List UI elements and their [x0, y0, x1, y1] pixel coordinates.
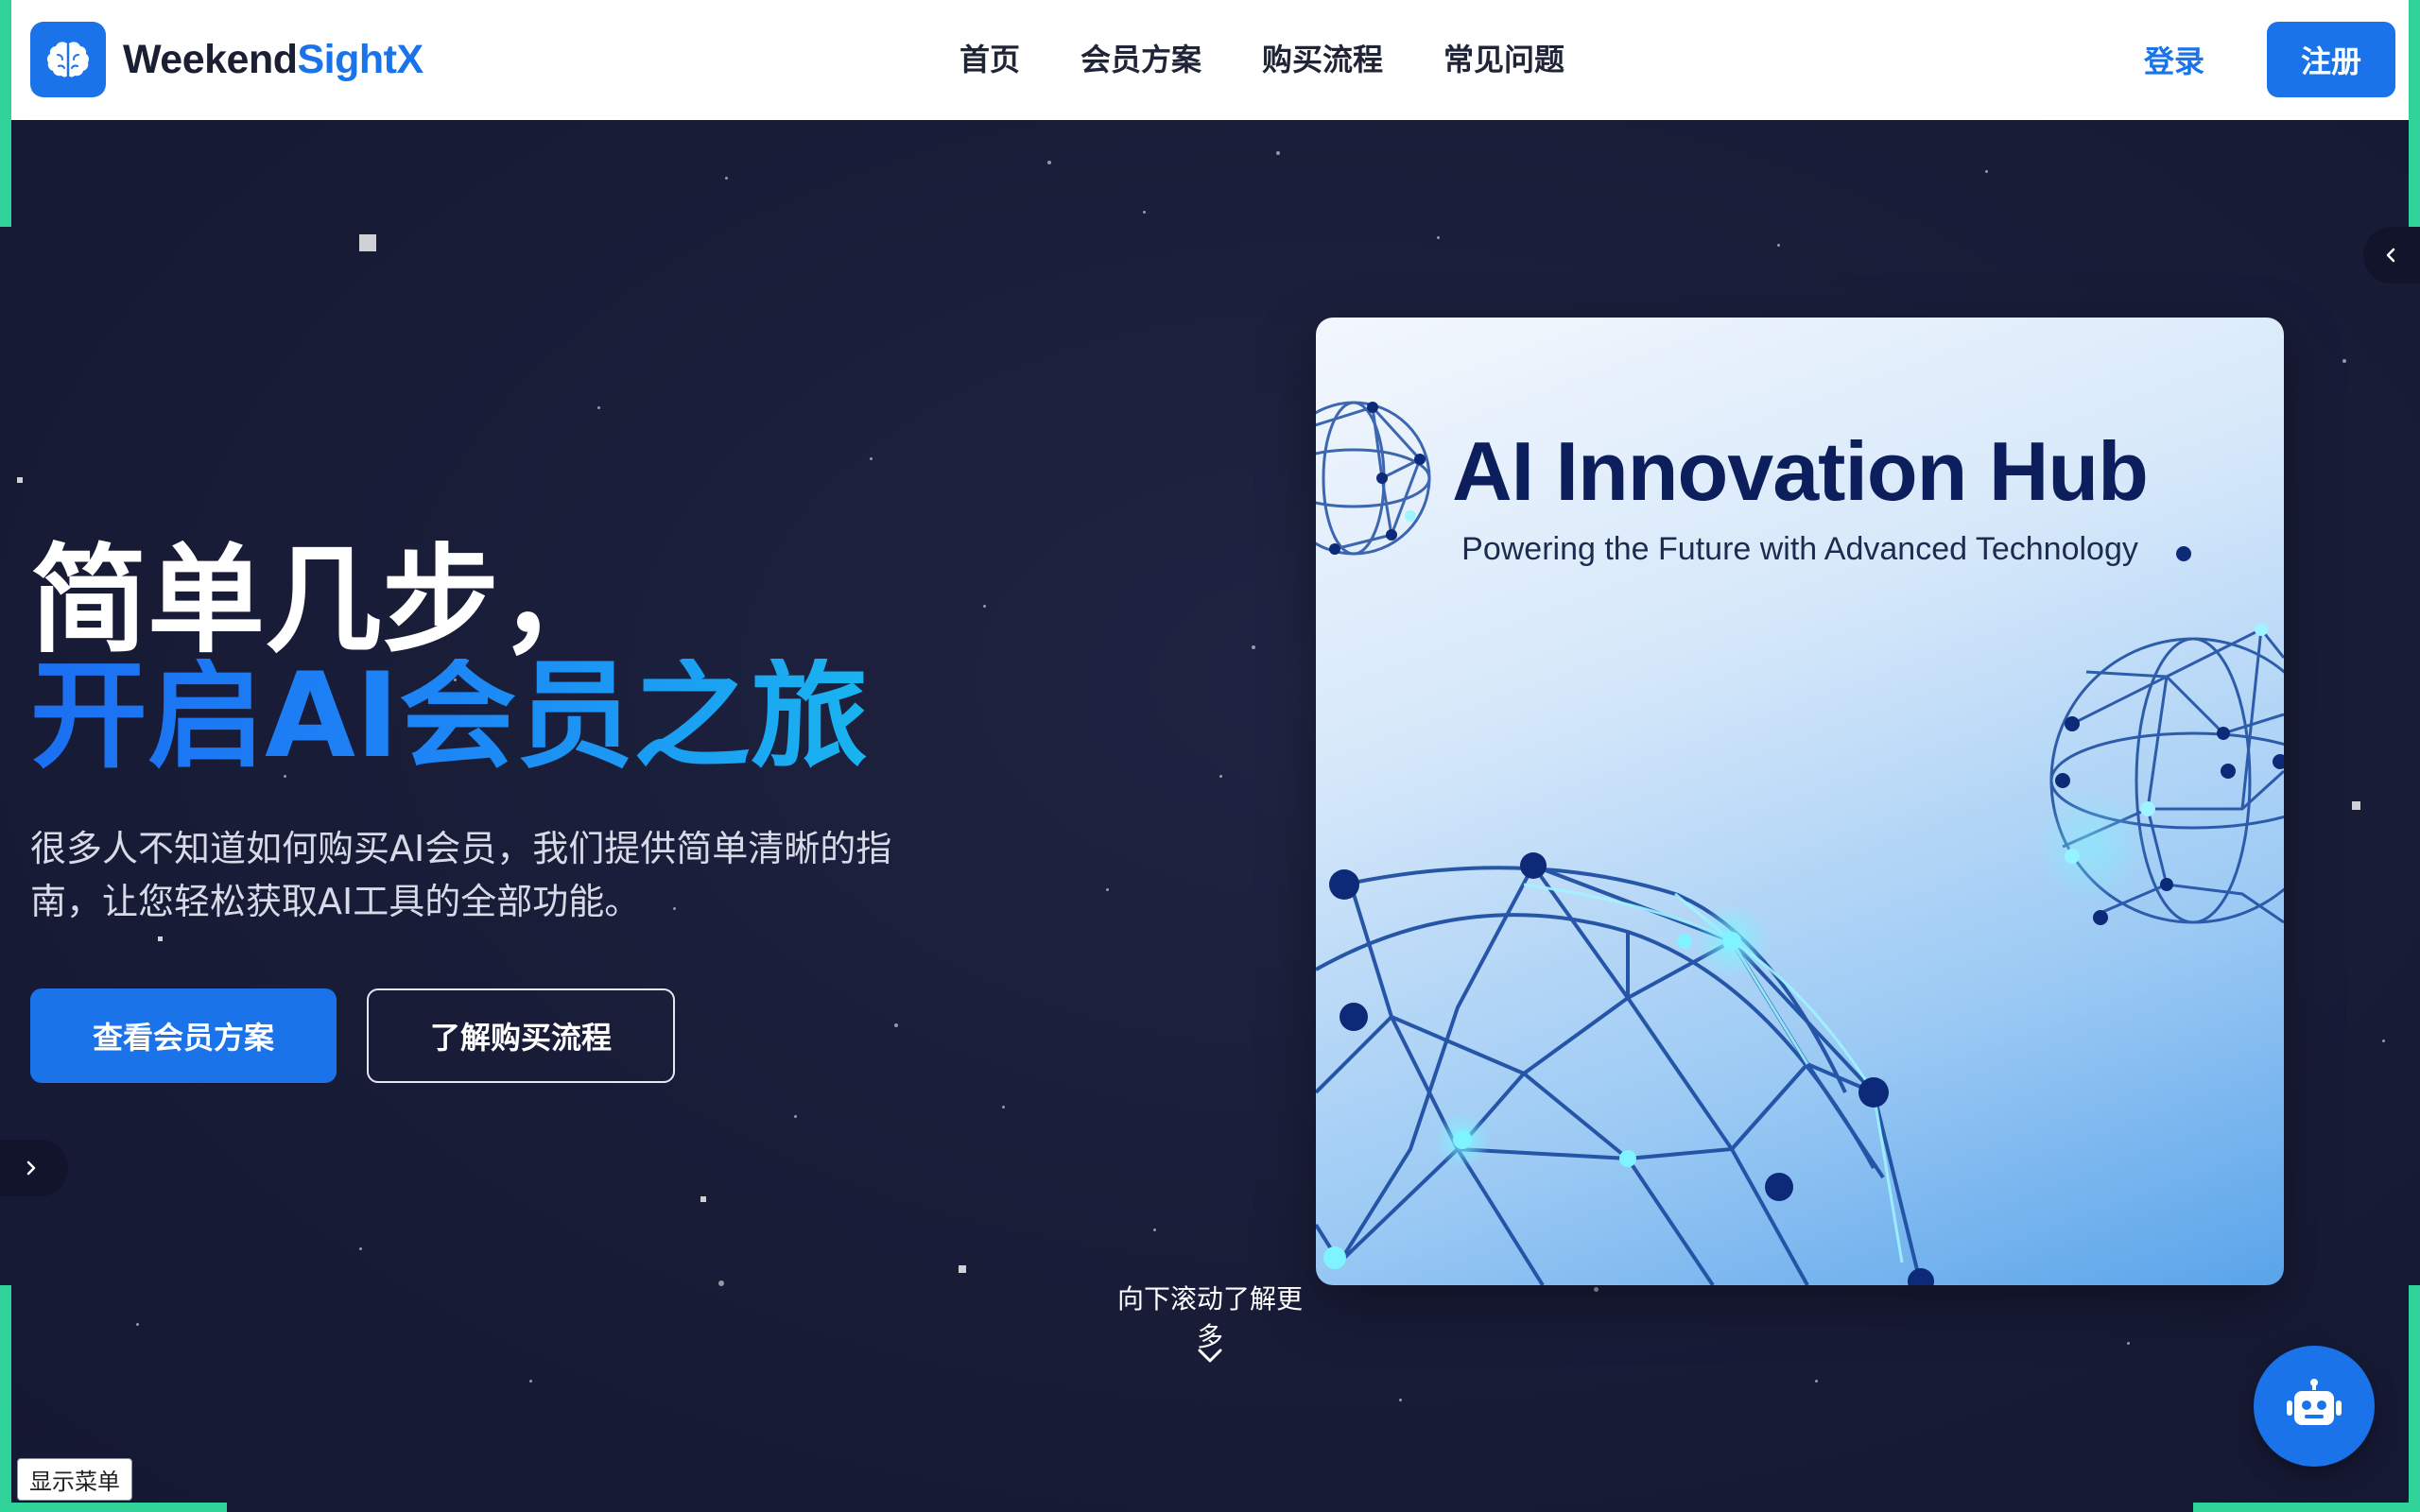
nav-item-purchase-process[interactable]: 购买流程 [1262, 36, 1383, 79]
view-plans-button[interactable]: 查看会员方案 [30, 988, 337, 1083]
brand-logo[interactable]: WeekendSightX [30, 22, 424, 97]
purchase-process-button[interactable]: 了解购买流程 [367, 988, 675, 1083]
frame-corner-top-right-v [2409, 0, 2420, 227]
brain-icon [30, 22, 106, 97]
hero-image: AI Innovation Hub Powering the Future wi… [1316, 318, 2284, 1285]
frame-corner-top-left-v [0, 0, 11, 227]
brand-name-part2: SightX [297, 36, 424, 82]
hero-title-line2: 开启AI会员之旅 [30, 648, 869, 784]
brand-name-part1: Weekend [123, 36, 298, 82]
hero-description: 很多人不知道如何购买AI会员，我们提供简单清晰的指南，让您轻松获取AI工具的全部… [30, 828, 892, 922]
chevron-right-icon [26, 1160, 36, 1176]
brand-name: WeekendSightX [123, 37, 424, 83]
robot-icon [2287, 1379, 2342, 1425]
frame-corner-bottom-right [2193, 1503, 2420, 1512]
hero-image-subtitle: Powering the Future with Advanced Techno… [1461, 531, 2138, 567]
show-menu-button[interactable]: 显示菜单 [17, 1458, 132, 1501]
top-navbar: WeekendSightX 首页 会员方案 购买流程 常见问题 登录 注册 [11, 0, 2409, 120]
nav-item-faq[interactable]: 常见问题 [1443, 36, 1564, 79]
main-nav: 首页 会员方案 购买流程 常见问题 [959, 36, 1625, 79]
nav-item-membership-plans[interactable]: 会员方案 [1080, 36, 1201, 79]
hero-image-title: AI Innovation Hub [1452, 424, 2149, 518]
right-panel-toggle[interactable] [2363, 227, 2420, 284]
signup-button[interactable]: 注册 [2267, 22, 2395, 97]
login-link[interactable]: 登录 [2144, 38, 2204, 81]
chevron-left-icon [2386, 248, 2395, 263]
page: WeekendSightX 首页 会员方案 购买流程 常见问题 登录 注册 简单… [0, 0, 2420, 1512]
hero-title: 简单几步， 开启AI会员之旅 [30, 533, 869, 784]
frame-corner-bottom-left-v [0, 1285, 11, 1512]
hero-title-line1: 简单几步， [30, 533, 617, 669]
left-panel-toggle[interactable] [0, 1140, 68, 1196]
nav-item-home[interactable]: 首页 [959, 36, 1020, 79]
frame-corner-bottom-right-v [2409, 1285, 2420, 1512]
chat-bot-button[interactable] [2254, 1346, 2375, 1467]
chevron-down-icon[interactable] [1194, 1340, 1226, 1372]
frame-corner-bottom-left [0, 1503, 227, 1512]
